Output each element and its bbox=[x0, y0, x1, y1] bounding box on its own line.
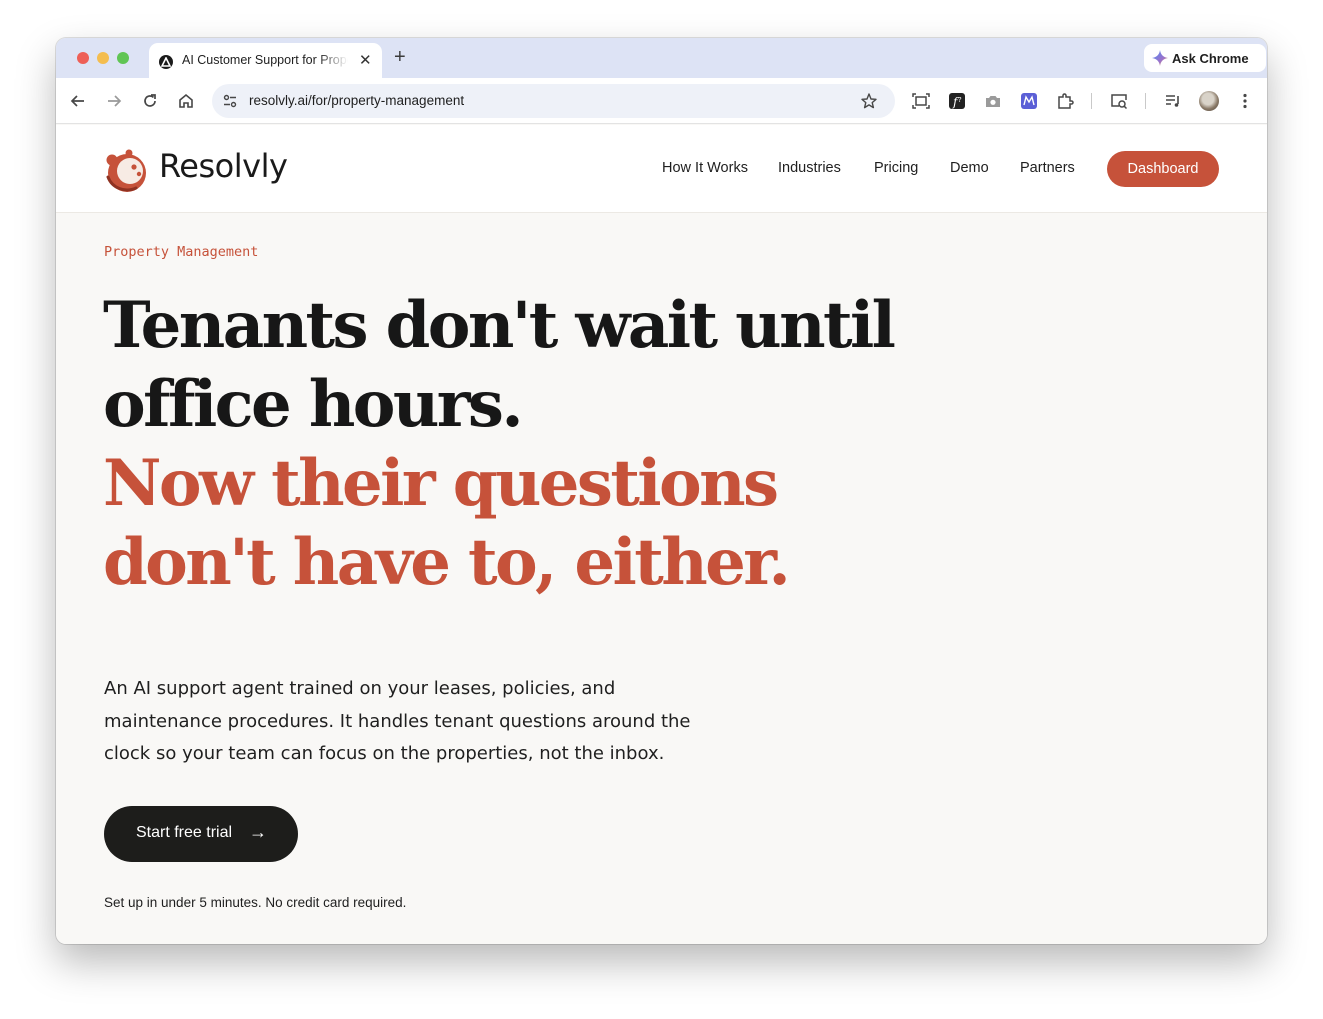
close-tab-icon[interactable]: ✕ bbox=[359, 53, 372, 69]
home-icon[interactable] bbox=[176, 91, 196, 111]
font-extension-icon[interactable]: f? bbox=[947, 91, 967, 111]
arrow-right-icon: → bbox=[249, 822, 267, 842]
svg-text:?: ? bbox=[958, 96, 962, 104]
hero-description: An AI support agent trained on your leas… bbox=[104, 678, 691, 764]
extension-badge-icon[interactable] bbox=[1019, 91, 1039, 111]
toolbar-divider-2 bbox=[1145, 93, 1146, 109]
address-bar[interactable]: resolvly.ai/for/property-management bbox=[212, 84, 895, 118]
back-icon[interactable] bbox=[68, 91, 88, 111]
start-free-trial-button[interactable]: Start free trial → bbox=[104, 806, 298, 862]
toolbar-divider bbox=[1091, 93, 1092, 109]
close-window-button[interactable] bbox=[77, 52, 89, 64]
logo-wordmark[interactable]: Resolvly bbox=[159, 147, 288, 185]
ask-chrome-button[interactable]: Ask Chrome bbox=[1144, 44, 1266, 72]
nav-demo[interactable]: Demo bbox=[950, 160, 989, 176]
zoom-window-button[interactable] bbox=[117, 52, 129, 64]
nav-industries[interactable]: Industries bbox=[778, 160, 841, 176]
headline-accent-line-2: don't have to, either. bbox=[103, 525, 791, 600]
hero-headline: Tenants don't wait until office hours. N… bbox=[103, 286, 903, 602]
minimize-window-button[interactable] bbox=[97, 52, 109, 64]
site-settings-icon[interactable] bbox=[222, 93, 238, 109]
site-favicon-icon bbox=[159, 55, 173, 69]
page-viewport: Resolvly How It Works Industries Pricing… bbox=[56, 125, 1267, 944]
extensions-puzzle-icon[interactable] bbox=[1055, 91, 1075, 111]
browser-toolbar: resolvly.ai/for/property-management f? bbox=[56, 78, 1267, 124]
headline-line-1: Tenants don't wait until bbox=[103, 288, 896, 363]
tab-title: AI Customer Support for Property Managem… bbox=[182, 53, 348, 67]
bookmark-star-icon[interactable] bbox=[860, 92, 878, 110]
new-tab-button[interactable]: + bbox=[394, 46, 406, 68]
more-menu-icon[interactable] bbox=[1235, 91, 1255, 111]
media-controls-icon[interactable] bbox=[1163, 91, 1183, 111]
profile-avatar[interactable] bbox=[1199, 91, 1219, 111]
headline-accent-line-1: Now their questions bbox=[103, 446, 779, 521]
cta-label: Start free trial bbox=[136, 824, 233, 841]
browser-window: AI Customer Support for Property Managem… bbox=[56, 38, 1267, 944]
reload-icon[interactable] bbox=[140, 91, 160, 111]
nav-pricing[interactable]: Pricing bbox=[874, 160, 918, 176]
gemini-spark-icon bbox=[1152, 50, 1168, 66]
forward-icon[interactable] bbox=[104, 91, 124, 111]
url-text: resolvly.ai/for/property-management bbox=[249, 93, 465, 108]
headline-line-2: office hours. bbox=[103, 367, 524, 442]
camera-icon[interactable] bbox=[983, 91, 1003, 111]
active-tab[interactable]: AI Customer Support for Property Managem… bbox=[149, 43, 382, 78]
setup-note: Set up in under 5 minutes. No credit car… bbox=[104, 895, 407, 910]
nav-partners[interactable]: Partners bbox=[1020, 160, 1075, 176]
ask-chrome-label: Ask Chrome bbox=[1172, 51, 1249, 66]
resolvly-logo-icon[interactable] bbox=[103, 144, 153, 194]
dashboard-button[interactable]: Dashboard bbox=[1107, 151, 1219, 187]
nav-how-it-works[interactable]: How It Works bbox=[662, 160, 748, 176]
screenshot-icon[interactable] bbox=[911, 91, 931, 111]
tab-strip: AI Customer Support for Property Managem… bbox=[56, 38, 1267, 78]
tab-search-icon[interactable] bbox=[1109, 91, 1129, 111]
eyebrow-label: Property Management bbox=[104, 244, 259, 260]
site-header: Resolvly How It Works Industries Pricing… bbox=[56, 125, 1267, 213]
